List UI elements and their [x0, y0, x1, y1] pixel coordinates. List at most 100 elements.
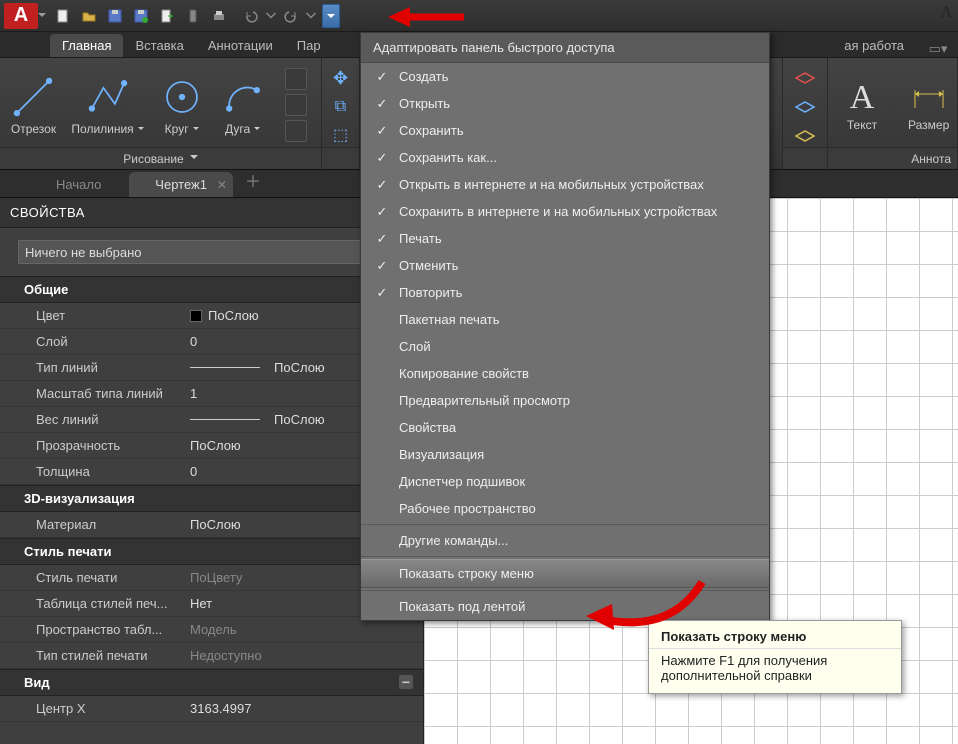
check-icon: ✓: [375, 178, 389, 192]
tool-circle[interactable]: Круг: [159, 74, 205, 136]
ribbon-minimize-icon[interactable]: ▭▾: [918, 41, 958, 57]
small-tool-3[interactable]: [285, 120, 307, 142]
selection-dropdown[interactable]: Ничего не выбрано: [18, 240, 385, 264]
prop-ptype-label: Тип стилей печати: [0, 648, 190, 663]
menu-item[interactable]: ✓Создать: [361, 63, 769, 90]
layer-red-icon[interactable]: [794, 69, 816, 87]
tab-parametric[interactable]: Пар: [285, 34, 333, 57]
menu-item[interactable]: Предварительный просмотр: [361, 387, 769, 414]
menu-item[interactable]: ✓Сохранить как...: [361, 144, 769, 171]
qat-print-icon[interactable]: [207, 4, 231, 28]
prop-centerx-value[interactable]: 3163.4997: [190, 701, 423, 716]
prop-thick-label: Толщина: [0, 464, 190, 479]
menu-other-commands[interactable]: Другие команды...: [361, 527, 769, 554]
menu-show-below-ribbon[interactable]: Показать под лентой: [361, 593, 769, 620]
menu-item[interactable]: ✓Сохранить: [361, 117, 769, 144]
collapse-icon[interactable]: −: [399, 675, 413, 689]
check-icon: ✓: [375, 232, 389, 246]
prop-ltype-label: Тип линий: [0, 360, 190, 375]
check-icon: ✓: [375, 205, 389, 219]
panel-annotate: A Текст Размер Аннота: [828, 58, 958, 169]
panel-modify-frag: ✥ ⧉ ⬚: [322, 58, 360, 169]
tab-annotate[interactable]: Аннотации: [196, 34, 285, 57]
check-icon: ✓: [375, 124, 389, 138]
menu-title: Адаптировать панель быстрого доступа: [361, 33, 769, 63]
draw-small-buttons: [281, 64, 311, 146]
app-menu-button[interactable]: A: [4, 3, 38, 29]
menu-show-menubar[interactable]: Показать строку меню: [361, 559, 769, 588]
tab-insert[interactable]: Вставка: [123, 34, 195, 57]
prop-material-label: Материал: [0, 517, 190, 532]
prop-pstyle-label: Стиль печати: [0, 570, 190, 585]
qat-redo-icon[interactable]: [279, 4, 303, 28]
panel-layer-frag: [782, 58, 828, 169]
qat-customize-button[interactable]: [322, 4, 340, 28]
tooltip-title: Показать строку меню: [649, 621, 901, 648]
panel-draw-title[interactable]: Рисование: [0, 147, 321, 169]
menu-item[interactable]: Визуализация: [361, 441, 769, 468]
tab-start[interactable]: Начало: [30, 172, 127, 197]
qat-undo-dd-icon[interactable]: [265, 4, 277, 28]
menu-item[interactable]: ✓Печать: [361, 225, 769, 252]
qat-save-icon[interactable]: [103, 4, 127, 28]
qat-export-icon[interactable]: [155, 4, 179, 28]
menu-item[interactable]: Слой: [361, 333, 769, 360]
menu-item[interactable]: ✓Открыть: [361, 90, 769, 117]
prop-transp-label: Прозрачность: [0, 438, 190, 453]
prop-ptype-value: Недоступно: [190, 648, 423, 663]
title-fragment: A: [940, 4, 952, 22]
menu-item[interactable]: ✓Отменить: [361, 252, 769, 279]
tab-collaborate[interactable]: ая работа: [830, 34, 918, 57]
prop-ltscale-label: Масштаб типа линий: [0, 386, 190, 401]
menu-item[interactable]: ✓Сохранить в интернете и на мобильных ус…: [361, 198, 769, 225]
tool-dimension[interactable]: Размер: [900, 74, 957, 136]
tool-dim-label: Размер: [908, 118, 949, 132]
panel-draw: Отрезок Полилиния Круг Дуга Рисование: [0, 58, 322, 169]
qat-saveas-icon[interactable]: [129, 4, 153, 28]
menu-item[interactable]: Пакетная печать: [361, 306, 769, 333]
prop-pspace-value: Модель: [190, 622, 423, 637]
tool-line[interactable]: Отрезок: [10, 74, 56, 136]
copy-icon[interactable]: ⧉: [335, 98, 346, 116]
tab-main[interactable]: Главная: [50, 34, 123, 57]
menu-item[interactable]: Копирование свойств: [361, 360, 769, 387]
qat-redo-dd-icon[interactable]: [305, 4, 317, 28]
group-view[interactable]: Вид−: [0, 669, 423, 696]
prop-ptable-label: Таблица стилей печ...: [0, 596, 190, 611]
tooltip: Показать строку меню Нажмите F1 для полу…: [648, 620, 902, 694]
menu-item[interactable]: Рабочее пространство: [361, 495, 769, 522]
menu-item[interactable]: ✓Повторить: [361, 279, 769, 306]
tool-polyline[interactable]: Полилиния: [71, 74, 143, 136]
prop-color-label: Цвет: [0, 308, 190, 323]
move-icon[interactable]: ✥: [333, 68, 348, 89]
check-icon: ✓: [375, 151, 389, 165]
layer-yellow-icon[interactable]: [794, 127, 816, 145]
prop-lweight-label: Вес линий: [0, 412, 190, 427]
qat-mobile-icon[interactable]: [181, 4, 205, 28]
tool-circle-label: Круг: [165, 122, 199, 136]
small-tool-2[interactable]: [285, 94, 307, 116]
stretch-icon[interactable]: ⬚: [333, 125, 348, 145]
layer-blue-icon[interactable]: [794, 98, 816, 116]
menu-item[interactable]: Диспетчер подшивок: [361, 468, 769, 495]
close-icon[interactable]: ✕: [217, 178, 227, 192]
menu-item[interactable]: Свойства: [361, 414, 769, 441]
prop-centerx-label: Центр X: [0, 701, 190, 716]
qat-open-icon[interactable]: [77, 4, 101, 28]
qat-new-icon[interactable]: [51, 4, 75, 28]
tool-text[interactable]: A Текст: [834, 74, 890, 136]
qat-customize-menu: Адаптировать панель быстрого доступа ✓Со…: [360, 32, 770, 621]
panel-annotate-title: Аннота: [911, 152, 951, 166]
tooltip-body: Нажмите F1 для получения дополнительной …: [649, 648, 901, 693]
check-icon: ✓: [375, 70, 389, 84]
check-icon: ✓: [375, 97, 389, 111]
tab-drawing1[interactable]: Чертеж1✕: [129, 172, 233, 197]
small-tool-1[interactable]: [285, 68, 307, 90]
menu-item[interactable]: ✓Открыть в интернете и на мобильных устр…: [361, 171, 769, 198]
qat-undo-icon[interactable]: [239, 4, 263, 28]
quick-access-toolbar: A: [0, 0, 958, 32]
color-swatch: [190, 310, 202, 322]
tool-polyline-label: Полилиния: [71, 122, 143, 136]
check-icon: ✓: [375, 259, 389, 273]
tool-arc[interactable]: Дуга: [220, 74, 266, 136]
